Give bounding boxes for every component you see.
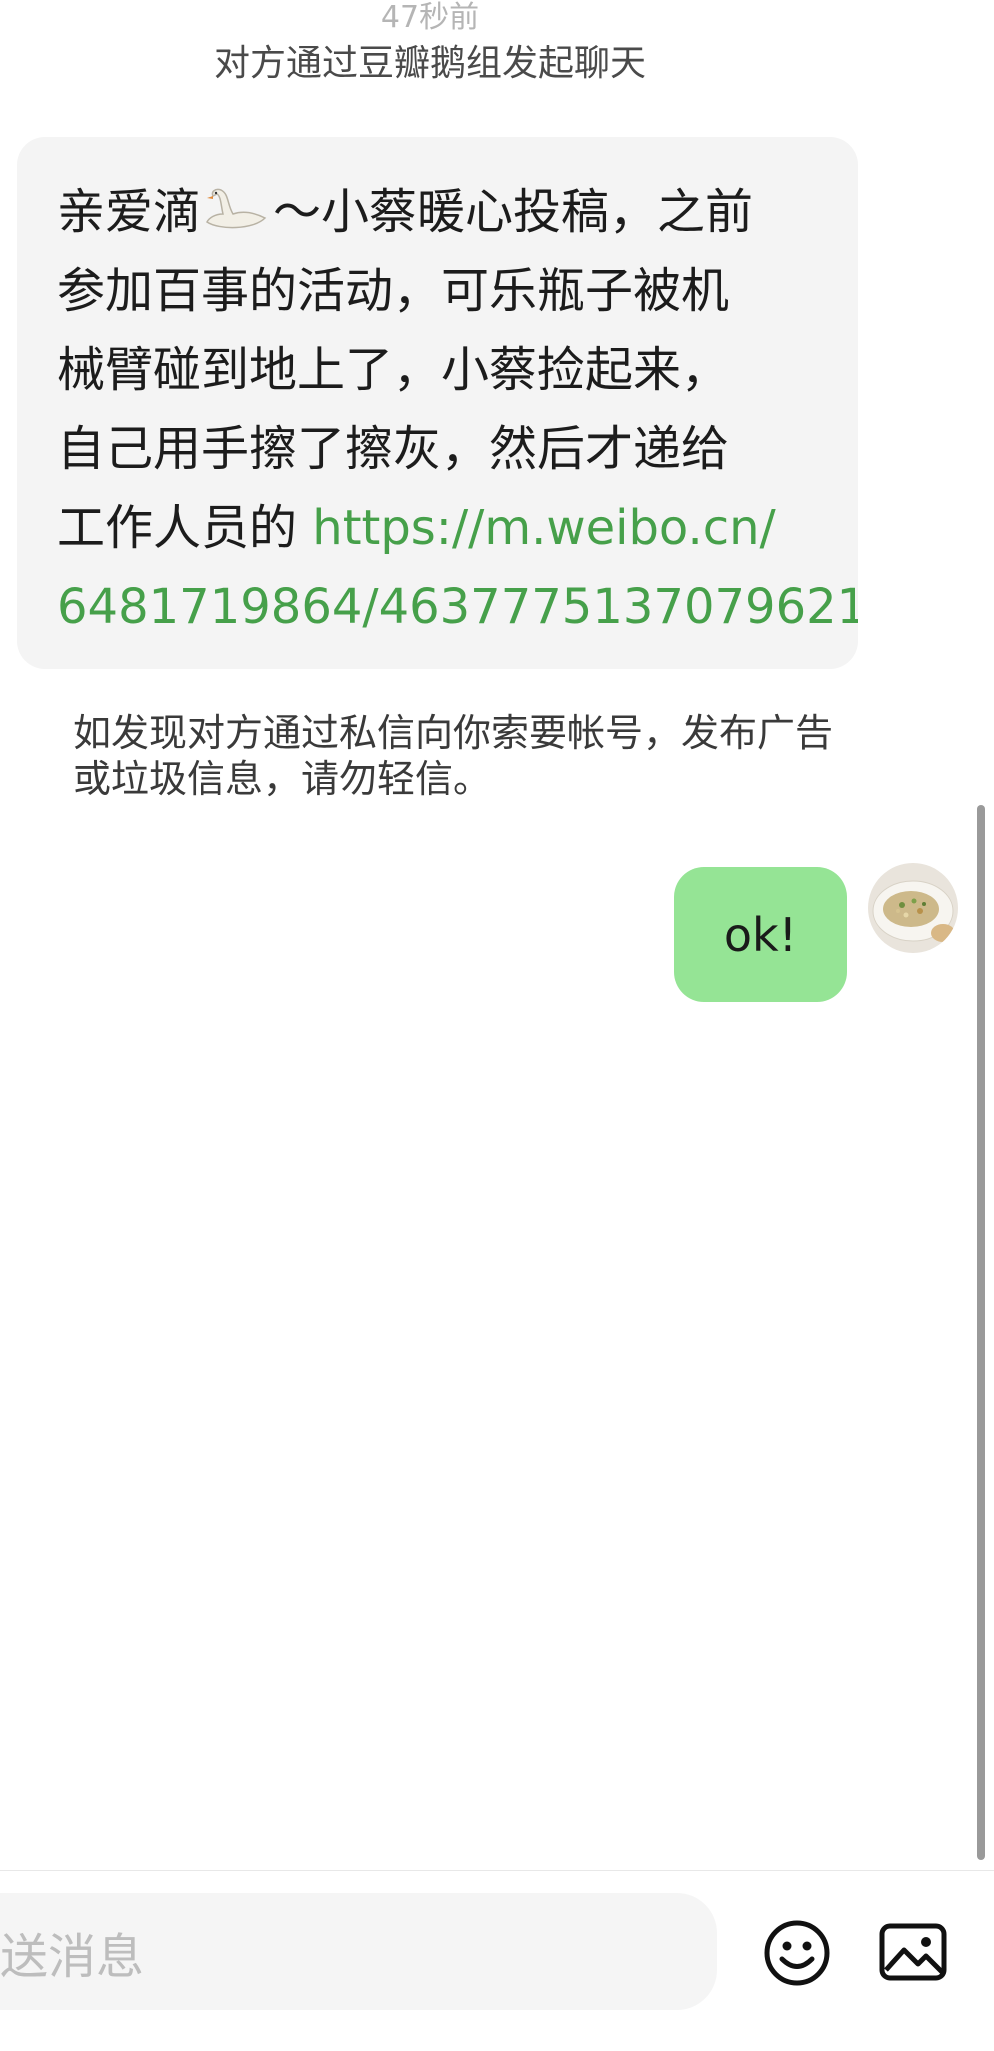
weibo-link[interactable]: https://m.weibo.cn/	[312, 500, 775, 556]
incoming-message-bubble: 亲爱滴 ～小蔡暖心投稿，之前 参加百事的活动，可乐瓶子被机 械臂碰到地上了，小蔡…	[17, 137, 858, 669]
food-plate-avatar-icon	[868, 863, 958, 953]
message-line: 自己用手擦了擦灰，然后才递给	[57, 421, 730, 477]
message-text: 亲爱滴	[57, 184, 202, 240]
safety-warning: 如发现对方通过私信向你索要帐号，发布广告或垃圾信息，请勿轻信。	[73, 711, 834, 801]
scrollbar[interactable]	[977, 805, 985, 1860]
message-line: 亲爱滴 ～小蔡暖心投稿，之前	[57, 173, 838, 252]
message-input[interactable]: 送消息	[0, 1893, 717, 2010]
message-text: 工作人员的	[57, 500, 313, 556]
user-avatar[interactable]	[868, 863, 958, 953]
chat-origin-note: 对方通过豆瓣鹅组发起聊天	[213, 43, 646, 84]
message-line: 械臂碰到地上了，小蔡捡起来，	[57, 342, 730, 398]
message-line: 参加百事的活动，可乐瓶子被机	[57, 263, 730, 319]
image-button[interactable]	[878, 1922, 948, 1982]
smiley-icon	[764, 1920, 830, 1986]
image-icon	[879, 1923, 947, 1981]
message-text: ～小蔡暖心投稿，之前	[273, 184, 754, 240]
message-line: 工作人员的 https://m.weibo.cn/	[57, 489, 838, 568]
composer-divider	[0, 1870, 994, 1871]
weibo-link-continued[interactable]: 6481719864/4637775137079621	[57, 579, 858, 635]
message-line: 6481719864/4637775137079621	[57, 568, 858, 647]
emoji-button[interactable]	[762, 1918, 832, 1988]
message-timestamp: 47秒前	[380, 0, 480, 35]
swan-emoji-icon	[201, 177, 273, 229]
outgoing-message-bubble: ok!	[674, 867, 847, 1002]
